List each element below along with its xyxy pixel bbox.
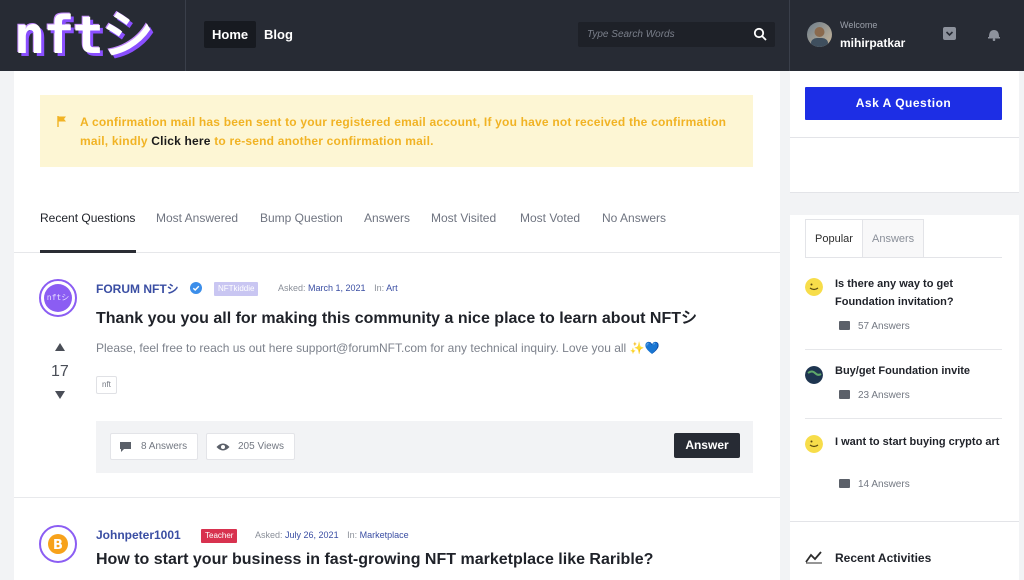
sidebar-tabs-line [805,257,1002,258]
welcome-label: Welcome [840,20,878,30]
search-box [578,22,775,47]
nav-blog[interactable]: Blog [264,21,293,48]
views-count: 205 Views [238,441,284,452]
site-logo[interactable]: nftシ [14,8,164,64]
logo-text: nftシ [14,6,154,66]
ask-question-button[interactable]: Ask A Question [805,87,1002,120]
recent-activities-title: Recent Activities [835,551,932,565]
user-avatar[interactable] [807,22,832,47]
question-divider [14,497,780,498]
notice-text: A confirmation mail has been sent to you… [80,113,730,151]
main-content: A confirmation mail has been sent to you… [14,71,780,580]
question-meta: Asked: March 1, 2021 In: Art [278,283,398,293]
popular-answers-count: 14 Answers [839,479,910,490]
header-divider [185,0,186,71]
comment-icon [839,321,850,330]
tab-answers[interactable]: Answers [364,211,410,225]
emoji-avatar-icon [805,435,823,453]
views-count-box: 205 Views [206,433,295,460]
popular-question-title[interactable]: Buy/get Foundation invite [835,362,1000,380]
asked-label: Asked: [278,283,306,293]
question-author-avatar[interactable]: nftシ [39,279,77,317]
tab-no-answers[interactable]: No Answers [602,211,666,225]
notice-text-after: to re-send another confirmation mail. [210,134,434,148]
asked-label: Asked: [255,530,283,540]
eye-icon [216,443,230,451]
question-category[interactable]: Marketplace [360,530,409,540]
nav-home[interactable]: Home [204,21,257,48]
avatar-logo-text: nftシ [44,284,72,312]
comment-icon [839,390,850,399]
question-meta: Asked: July 26, 2021 In: Marketplace [255,530,409,540]
popular-separator [805,349,1002,350]
question-author-name[interactable]: FORUM NFTシ [96,280,179,297]
sidebar-divider [790,521,1019,522]
resend-confirmation-link[interactable]: Click here [151,134,210,148]
avatar-image [811,27,828,47]
question-category[interactable]: Art [386,283,398,293]
question-author-name[interactable]: Johnpeter1001 [96,528,181,542]
tab-most-visited[interactable]: Most Visited [431,211,496,225]
tab-bump-question[interactable]: Bump Question [260,211,343,225]
answers-count: 8 Answers [141,441,188,452]
flag-icon [57,116,66,127]
question-title[interactable]: Thank you you all for making this commun… [96,304,697,328]
svg-text:B: B [53,538,63,553]
in-label: In: [347,530,358,540]
question-title[interactable]: How to start your business in fast-growi… [96,551,653,569]
question-excerpt: Please, feel free to reach us out here s… [96,341,660,355]
user-badge: NFTkiddie [214,282,259,296]
comment-icon [120,442,131,452]
tab-sidebar-answers[interactable]: Answers [862,219,925,257]
popular-answers-count: 57 Answers [839,321,910,332]
popular-answers-text: 57 Answers [858,321,910,332]
emoji-avatar-icon [805,278,823,296]
comment-icon [839,479,850,488]
chevron-down-icon [945,31,954,37]
popular-question-title[interactable]: Is there any way to get Foundation invit… [835,275,1000,311]
question-tabs: Recent Questions Most Answered Bump Ques… [14,209,780,253]
confirmation-notice: A confirmation mail has been sent to you… [40,95,753,167]
activity-chart-icon [805,551,822,564]
vote-down-icon[interactable] [54,390,66,400]
tab-most-answered[interactable]: Most Answered [156,211,238,225]
sidebar-gap [790,193,1019,215]
in-label: In: [374,283,385,293]
sidebar: Ask A Question Popular Answers Is there … [790,71,1019,580]
answers-count-box[interactable]: 8 Answers [110,433,198,460]
sidebar-divider [790,137,1019,138]
popular-answers-text: 23 Answers [858,390,910,401]
asked-date[interactable]: July 26, 2021 [285,530,339,540]
search-icon[interactable] [753,27,767,41]
question-tag[interactable]: nft [96,376,117,394]
question-author-avatar[interactable]: B [39,525,77,563]
question-footer: 8 Answers 205 Views Answer [96,421,753,473]
verified-icon [190,282,202,294]
notification-bell-icon[interactable] [986,26,1002,42]
asked-date[interactable]: March 1, 2021 [308,283,366,293]
tab-most-voted[interactable]: Most Voted [520,211,580,225]
popular-question-title[interactable]: I want to start buying crypto art [835,433,1000,451]
bitcoin-icon: B [48,534,68,554]
sidebar-divider [790,192,1019,193]
active-tab-indicator [40,250,136,253]
answer-button[interactable]: Answer [674,433,740,458]
search-input[interactable] [578,22,748,47]
popular-separator [805,418,1002,419]
earth-avatar-icon [805,366,823,384]
tab-popular[interactable]: Popular [805,219,863,257]
user-badge: Teacher [201,529,238,543]
top-header: nftシ Home Blog Welcome mihirpatkar [0,0,1024,71]
vote-up-icon[interactable] [54,342,66,352]
popular-answers-text: 14 Answers [858,479,910,490]
username[interactable]: mihirpatkar [840,36,905,50]
vote-count: 17 [51,363,69,380]
popular-answers-count: 23 Answers [839,390,910,401]
header-divider [789,0,790,71]
user-menu-dropdown[interactable] [943,27,956,40]
tab-recent-questions[interactable]: Recent Questions [40,211,135,225]
